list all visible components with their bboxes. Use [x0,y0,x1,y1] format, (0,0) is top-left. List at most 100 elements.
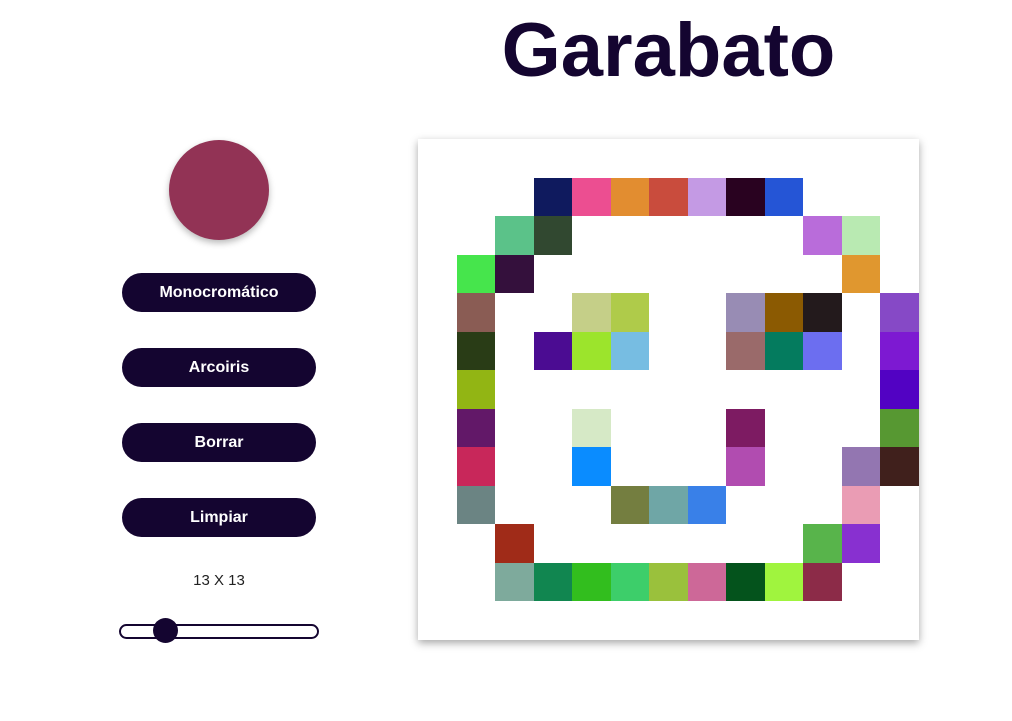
grid-cell[interactable] [764,408,804,448]
grid-cell[interactable] [764,254,804,294]
grid-cell[interactable] [456,331,496,371]
grid-cell[interactable] [649,293,688,332]
grid-cell[interactable] [533,524,573,563]
grid-cell[interactable] [803,177,842,217]
grid-cell[interactable] [841,293,881,332]
grid-cell[interactable] [803,447,842,486]
grid-cell[interactable] [841,216,881,255]
grid-size-slider-thumb[interactable] [152,618,178,643]
grid-cell[interactable] [764,331,804,371]
grid-cell[interactable] [649,216,688,255]
grid-cell[interactable] [572,216,611,255]
grid-cell[interactable] [495,254,534,294]
grid-cell[interactable] [456,408,496,448]
grid-cell[interactable] [687,139,727,178]
grid-cell[interactable] [533,447,573,486]
grid-cell[interactable] [880,562,919,602]
grid-cell[interactable] [841,177,881,217]
grid-cell[interactable] [649,562,688,602]
grid-cell[interactable] [803,408,842,448]
grid-cell[interactable] [418,447,457,486]
grid-cell[interactable] [418,139,457,178]
grid-cell[interactable] [456,524,496,563]
color-picker[interactable] [169,140,269,240]
grid-cell[interactable] [572,524,611,563]
grid-cell[interactable] [764,139,804,178]
grid-cell[interactable] [687,216,727,255]
grid-cell[interactable] [610,485,650,525]
grid-cell[interactable] [418,601,457,640]
clear-button[interactable]: Limpiar [122,498,316,537]
grid-cell[interactable] [880,139,919,178]
grid-cell[interactable] [880,177,919,217]
grid-cell[interactable] [572,293,611,332]
grid-cell[interactable] [610,408,650,448]
grid-cell[interactable] [726,524,765,563]
grid-cell[interactable] [880,447,919,486]
grid-cell[interactable] [456,254,496,294]
grid-cell[interactable] [764,216,804,255]
grid-cell[interactable] [803,485,842,525]
grid-cell[interactable] [418,216,457,255]
grid-cell[interactable] [649,177,688,217]
grid-cell[interactable] [649,447,688,486]
rainbow-button[interactable]: Arcoiris [122,348,316,387]
grid-cell[interactable] [495,331,534,371]
grid-cell[interactable] [495,370,534,409]
grid-cell[interactable] [726,216,765,255]
grid-cell[interactable] [610,447,650,486]
grid-cell[interactable] [764,177,804,217]
grid-cell[interactable] [610,293,650,332]
grid-cell[interactable] [764,562,804,602]
grid-cell[interactable] [533,216,573,255]
grid-cell[interactable] [841,447,881,486]
monochrome-button[interactable]: Monocromático [122,273,316,312]
grid-cell[interactable] [610,254,650,294]
grid-cell[interactable] [726,447,765,486]
grid-cell[interactable] [880,293,919,332]
grid-cell[interactable] [456,562,496,602]
grid-cell[interactable] [533,293,573,332]
grid-cell[interactable] [687,331,727,371]
grid-cell[interactable] [803,254,842,294]
grid-cell[interactable] [803,601,842,640]
grid-cell[interactable] [418,331,457,371]
grid-cell[interactable] [610,562,650,602]
grid-cell[interactable] [726,293,765,332]
grid-cell[interactable] [841,485,881,525]
grid-cell[interactable] [533,485,573,525]
grid-cell[interactable] [841,601,881,640]
grid-cell[interactable] [841,139,881,178]
grid-cell[interactable] [803,331,842,371]
grid-cell[interactable] [841,524,881,563]
grid-cell[interactable] [803,370,842,409]
grid-cell[interactable] [687,177,727,217]
grid-cell[interactable] [418,485,457,525]
grid-cell[interactable] [726,331,765,371]
grid-cell[interactable] [880,524,919,563]
grid-cell[interactable] [495,447,534,486]
grid-cell[interactable] [610,177,650,217]
grid-cell[interactable] [880,254,919,294]
grid-cell[interactable] [456,447,496,486]
grid-cell[interactable] [572,601,611,640]
grid-cell[interactable] [841,370,881,409]
grid-cell[interactable] [495,139,534,178]
grid-cell[interactable] [610,601,650,640]
grid-cell[interactable] [803,293,842,332]
grid-cell[interactable] [803,216,842,255]
grid-cell[interactable] [572,370,611,409]
grid-cell[interactable] [841,254,881,294]
grid-cell[interactable] [803,562,842,602]
grid-cell[interactable] [533,254,573,294]
grid-cell[interactable] [456,177,496,217]
grid-cell[interactable] [649,485,688,525]
grid-cell[interactable] [418,524,457,563]
grid-cell[interactable] [764,485,804,525]
grid-cell[interactable] [456,370,496,409]
drawing-board[interactable] [418,139,919,640]
grid-cell[interactable] [880,370,919,409]
grid-cell[interactable] [418,293,457,332]
grid-cell[interactable] [456,216,496,255]
grid-cell[interactable] [456,485,496,525]
